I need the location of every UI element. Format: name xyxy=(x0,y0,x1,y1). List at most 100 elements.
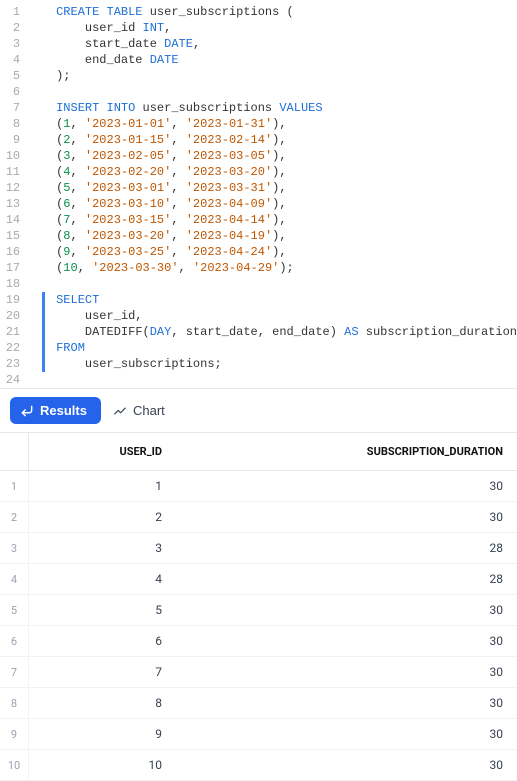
code-line[interactable]: (4, '2023-02-20', '2023-03-20'), xyxy=(56,164,517,180)
code-area[interactable]: CREATE TABLE user_subscriptions ( user_i… xyxy=(28,4,517,388)
line-number: 14 xyxy=(0,212,20,228)
table-row[interactable]: 101030 xyxy=(0,750,517,781)
line-number: 3 xyxy=(0,36,20,52)
cell-user-id: 3 xyxy=(29,533,177,564)
results-tab-label: Results xyxy=(40,403,87,418)
cell-subscription-duration: 30 xyxy=(176,502,517,533)
cell-subscription-duration: 30 xyxy=(176,657,517,688)
code-line[interactable]: end_date DATE xyxy=(56,52,517,68)
line-number: 12 xyxy=(0,180,20,196)
line-number: 1 xyxy=(0,4,20,20)
line-number: 17 xyxy=(0,260,20,276)
row-number-cell: 1 xyxy=(0,471,29,502)
table-row[interactable]: 7730 xyxy=(0,657,517,688)
cell-user-id: 7 xyxy=(29,657,177,688)
row-number-cell: 2 xyxy=(0,502,29,533)
code-line[interactable]: (6, '2023-03-10', '2023-04-09'), xyxy=(56,196,517,212)
table-row[interactable]: 1130 xyxy=(0,471,517,502)
code-line[interactable]: FROM xyxy=(56,340,517,356)
row-number-cell: 8 xyxy=(0,688,29,719)
code-line[interactable]: (5, '2023-03-01', '2023-03-31'), xyxy=(56,180,517,196)
line-number: 6 xyxy=(0,84,20,100)
table-row[interactable]: 5530 xyxy=(0,595,517,626)
code-line[interactable]: (2, '2023-01-15', '2023-02-14'), xyxy=(56,132,517,148)
cell-user-id: 9 xyxy=(29,719,177,750)
cell-user-id: 5 xyxy=(29,595,177,626)
line-number: 7 xyxy=(0,100,20,116)
line-number: 23 xyxy=(0,356,20,372)
cell-subscription-duration: 30 xyxy=(176,626,517,657)
line-number: 13 xyxy=(0,196,20,212)
code-line[interactable]: INSERT INTO user_subscriptions VALUES xyxy=(56,100,517,116)
line-number: 21 xyxy=(0,324,20,340)
code-line[interactable]: (3, '2023-02-05', '2023-03-05'), xyxy=(56,148,517,164)
line-number: 8 xyxy=(0,116,20,132)
line-number: 2 xyxy=(0,20,20,36)
line-number: 24 xyxy=(0,372,20,388)
cell-subscription-duration: 30 xyxy=(176,688,517,719)
table-row[interactable]: 4428 xyxy=(0,564,517,595)
chart-tab-label: Chart xyxy=(133,403,165,418)
code-line[interactable]: (9, '2023-03-25', '2023-04-24'), xyxy=(56,244,517,260)
table-row[interactable]: 2230 xyxy=(0,502,517,533)
cell-subscription-duration: 30 xyxy=(176,719,517,750)
code-line[interactable] xyxy=(56,276,517,292)
line-number: 9 xyxy=(0,132,20,148)
row-number-header xyxy=(0,433,29,471)
cell-user-id: 2 xyxy=(29,502,177,533)
line-number: 19 xyxy=(0,292,20,308)
line-number: 16 xyxy=(0,244,20,260)
code-line[interactable]: (7, '2023-03-15', '2023-04-14'), xyxy=(56,212,517,228)
table-row[interactable]: 8830 xyxy=(0,688,517,719)
code-line[interactable]: user_id, xyxy=(56,308,517,324)
row-number-cell: 3 xyxy=(0,533,29,564)
cell-user-id: 1 xyxy=(29,471,177,502)
results-tab-button[interactable]: Results xyxy=(10,397,101,424)
line-number: 5 xyxy=(0,68,20,84)
code-line[interactable]: (10, '2023-03-30', '2023-04-29'); xyxy=(56,260,517,276)
table-row[interactable]: 9930 xyxy=(0,719,517,750)
cell-user-id: 4 xyxy=(29,564,177,595)
column-header-subscription-duration[interactable]: SUBSCRIPTION_DURATION xyxy=(176,433,517,471)
code-line[interactable]: user_id INT, xyxy=(56,20,517,36)
row-number-cell: 4 xyxy=(0,564,29,595)
code-line[interactable] xyxy=(56,372,517,388)
code-line[interactable]: (1, '2023-01-01', '2023-01-31'), xyxy=(56,116,517,132)
code-line[interactable]: (8, '2023-03-20', '2023-04-19'), xyxy=(56,228,517,244)
line-number: 22 xyxy=(0,340,20,356)
code-line[interactable] xyxy=(56,84,517,100)
cell-subscription-duration: 30 xyxy=(176,750,517,781)
code-line[interactable]: ); xyxy=(56,68,517,84)
code-line[interactable]: SELECT xyxy=(56,292,517,308)
sql-editor[interactable]: 123456789101112131415161718192021222324 … xyxy=(0,0,517,388)
active-query-indicator xyxy=(42,292,45,372)
results-toolbar: Results Chart xyxy=(0,388,517,433)
line-number: 11 xyxy=(0,164,20,180)
line-number: 4 xyxy=(0,52,20,68)
return-arrow-icon xyxy=(20,404,34,418)
cell-subscription-duration: 30 xyxy=(176,595,517,626)
cell-user-id: 10 xyxy=(29,750,177,781)
cell-user-id: 8 xyxy=(29,688,177,719)
line-number: 18 xyxy=(0,276,20,292)
code-line[interactable]: CREATE TABLE user_subscriptions ( xyxy=(56,4,517,20)
cell-user-id: 6 xyxy=(29,626,177,657)
results-table: USER_ID SUBSCRIPTION_DURATION 1130223033… xyxy=(0,433,517,781)
line-number: 10 xyxy=(0,148,20,164)
line-number: 15 xyxy=(0,228,20,244)
row-number-cell: 6 xyxy=(0,626,29,657)
code-line[interactable]: user_subscriptions; xyxy=(56,356,517,372)
row-number-cell: 5 xyxy=(0,595,29,626)
code-line[interactable]: DATEDIFF(DAY, start_date, end_date) AS s… xyxy=(56,324,517,340)
chart-line-icon xyxy=(113,404,127,418)
code-line[interactable]: start_date DATE, xyxy=(56,36,517,52)
results-table-container: USER_ID SUBSCRIPTION_DURATION 1130223033… xyxy=(0,433,517,781)
row-number-cell: 10 xyxy=(0,750,29,781)
table-row[interactable]: 3328 xyxy=(0,533,517,564)
cell-subscription-duration: 30 xyxy=(176,471,517,502)
table-row[interactable]: 6630 xyxy=(0,626,517,657)
chart-tab-button[interactable]: Chart xyxy=(113,403,165,418)
column-header-user-id[interactable]: USER_ID xyxy=(29,433,177,471)
cell-subscription-duration: 28 xyxy=(176,564,517,595)
line-number-gutter: 123456789101112131415161718192021222324 xyxy=(0,4,28,388)
